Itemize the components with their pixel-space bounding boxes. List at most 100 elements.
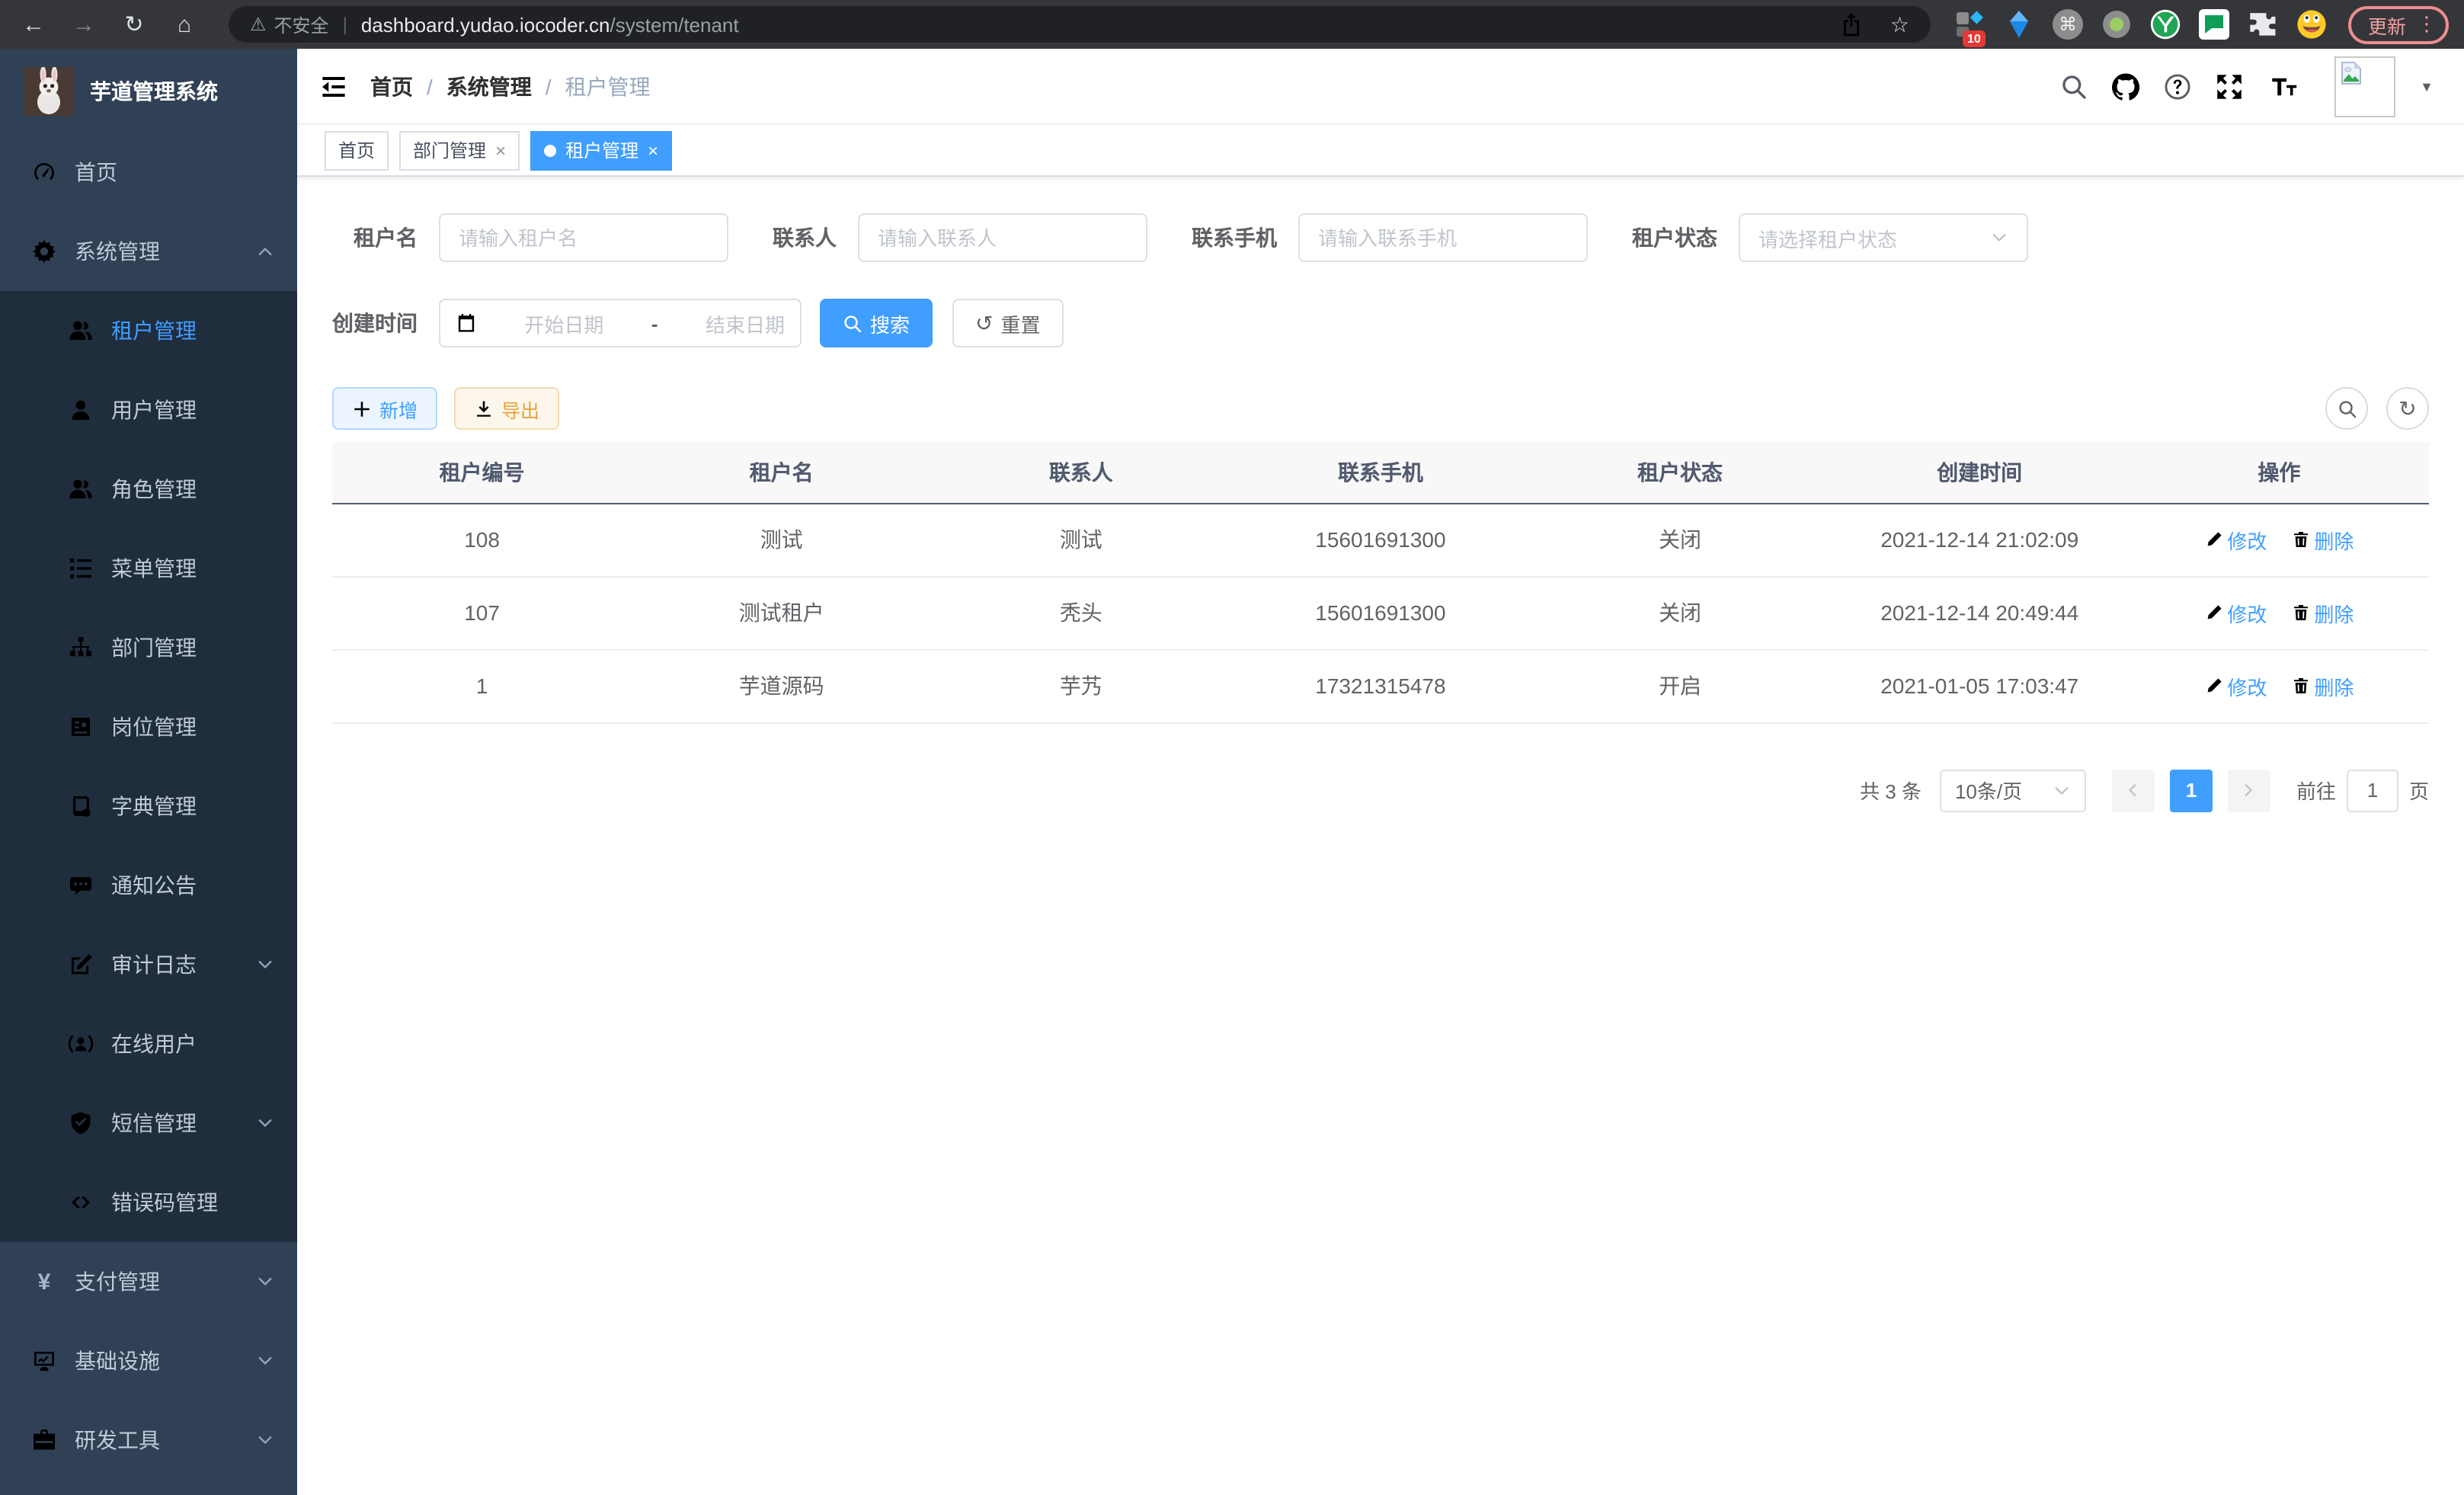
sidebar-item-infra[interactable]: 基础设施: [0, 1321, 297, 1401]
status-select[interactable]: 请选择租户状态: [1739, 213, 2028, 262]
edit-button[interactable]: 修改: [2204, 525, 2267, 554]
show-search-button[interactable]: [2325, 387, 2368, 430]
tab-tenant[interactable]: 租户管理 ×: [530, 130, 672, 170]
tenant-name-input[interactable]: [459, 226, 709, 249]
search-icon: [2337, 399, 2357, 418]
next-page-button[interactable]: [2228, 769, 2270, 812]
goto-page-input[interactable]: [2347, 769, 2398, 812]
cell-id: 108: [332, 503, 632, 576]
app-title: 芋道管理系统: [90, 75, 218, 106]
browser-reload-icon[interactable]: ↻: [116, 6, 152, 43]
sidebar-item-notice[interactable]: 通知公告: [0, 846, 297, 925]
cell-status: 关闭: [1531, 576, 1830, 649]
share-icon[interactable]: [1842, 12, 1863, 37]
search-button[interactable]: 搜索: [820, 299, 933, 347]
github-icon[interactable]: [2112, 72, 2139, 100]
export-button[interactable]: 导出: [454, 387, 559, 430]
menu-label: 用户管理: [111, 395, 197, 425]
sidebar-item-dept[interactable]: 部门管理: [0, 608, 297, 687]
chevron-down-icon: [1990, 229, 2008, 247]
sidebar-item-tenant[interactable]: 租户管理: [0, 291, 297, 370]
fullscreen-icon[interactable]: [2216, 72, 2243, 100]
extension-y-logo-icon[interactable]: [2150, 9, 2181, 40]
plus-icon: [352, 399, 372, 418]
app-logo[interactable]: 芋道管理系统: [0, 49, 297, 133]
sidebar-item-online-user[interactable]: 在线用户: [0, 1004, 297, 1084]
extension-badge-icon[interactable]: 10: [1955, 9, 1986, 40]
menu-label: 租户管理: [111, 315, 197, 346]
sidebar-item-user[interactable]: 用户管理: [0, 370, 297, 450]
header-search-icon[interactable]: [2060, 72, 2088, 100]
edit-button[interactable]: 修改: [2204, 671, 2267, 700]
sidebar-item-audit-log[interactable]: 审计日志: [0, 925, 297, 1004]
extensions-row: 10 ⌘: [1955, 9, 2327, 40]
help-icon[interactable]: [2164, 72, 2191, 100]
extension-command-icon[interactable]: ⌘: [2053, 9, 2083, 40]
filter-row-2: 创建时间 开始日期 - 结束日期 搜索 ↺ 重置: [332, 299, 2429, 347]
sidebar-item-pay[interactable]: ¥ 支付管理: [0, 1242, 297, 1321]
mobile-input[interactable]: [1318, 226, 1568, 249]
edit-button[interactable]: 修改: [2204, 598, 2267, 627]
extension-green-dot-icon[interactable]: [2101, 9, 2132, 40]
bookmark-star-icon[interactable]: ☆: [1890, 11, 1909, 37]
delete-button[interactable]: 删除: [2291, 525, 2354, 554]
sidebar-item-dict[interactable]: 字典管理: [0, 767, 297, 846]
sidebar-item-sms[interactable]: 短信管理: [0, 1084, 297, 1163]
cell-mobile: 15601691300: [1230, 503, 1530, 576]
date-range-picker[interactable]: 开始日期 - 结束日期: [439, 299, 802, 347]
code-icon: [69, 1190, 93, 1215]
cell-id: 107: [332, 576, 632, 649]
tab-home[interactable]: 首页: [325, 130, 389, 170]
page-number-current[interactable]: 1: [2170, 769, 2213, 812]
reset-button[interactable]: ↺ 重置: [952, 299, 1064, 347]
tenant-table: 租户编号 租户名 联系人 联系手机 租户状态 创建时间 操作 108 测试: [332, 442, 2429, 723]
screen: ← → ↻ ⌂ ⚠ 不安全 | dashboard.yudao.iocoder.…: [0, 0, 2464, 1495]
menu-label: 在线用户: [111, 1029, 197, 1059]
sidebar-item-post[interactable]: 岗位管理: [0, 687, 297, 767]
sidebar-item-role[interactable]: 角色管理: [0, 450, 297, 529]
tags-view: 首页 部门管理 × 租户管理 ×: [297, 125, 2464, 177]
download-icon: [474, 399, 494, 418]
close-icon[interactable]: ×: [495, 141, 506, 159]
cell-status: 关闭: [1531, 503, 1830, 576]
online-user-icon: [69, 1032, 93, 1056]
breadcrumb-home[interactable]: 首页: [370, 71, 413, 101]
font-size-icon[interactable]: [2267, 72, 2301, 100]
cell-name: 测试: [632, 503, 931, 576]
browser-back-icon[interactable]: ←: [15, 6, 52, 43]
contact-input[interactable]: [878, 226, 1128, 249]
address-bar[interactable]: ⚠ 不安全 | dashboard.yudao.iocoder.cn/syste…: [229, 6, 1931, 43]
sidebar-item-menu[interactable]: 菜单管理: [0, 529, 297, 608]
sidebar-item-error-code[interactable]: 错误码管理: [0, 1163, 297, 1242]
delete-button[interactable]: 删除: [2291, 598, 2354, 627]
prev-page-button[interactable]: [2112, 769, 2155, 812]
avatar[interactable]: [2334, 56, 2395, 117]
cell-created: 2021-12-14 21:02:09: [1830, 503, 2130, 576]
refresh-button[interactable]: ↻: [2386, 387, 2429, 430]
page-size-select[interactable]: 10条/页: [1940, 769, 2086, 812]
close-icon[interactable]: ×: [648, 141, 658, 159]
sidebar-item-system[interactable]: 系统管理: [0, 212, 297, 291]
shield-icon: [69, 1111, 93, 1135]
col-status: 租户状态: [1531, 442, 1830, 503]
tab-dept[interactable]: 部门管理 ×: [399, 130, 520, 170]
breadcrumb-system[interactable]: 系统管理: [446, 71, 532, 101]
add-button[interactable]: 新增: [332, 387, 437, 430]
browser-home-icon[interactable]: ⌂: [166, 6, 203, 43]
sidebar-fold-icon[interactable]: [320, 72, 347, 100]
sidebar-item-dev-tools[interactable]: 研发工具: [0, 1401, 297, 1480]
message-icon: [69, 873, 93, 898]
delete-button[interactable]: 删除: [2291, 671, 2354, 700]
browser-menu-icon[interactable]: ⋮: [2417, 12, 2437, 37]
mobile-input-wrap: [1298, 213, 1588, 262]
sidebar-item-home[interactable]: 首页: [0, 133, 297, 212]
extension-emoji-icon[interactable]: [2296, 9, 2327, 40]
security-warning[interactable]: ⚠ 不安全: [250, 11, 329, 37]
extension-kite-icon[interactable]: [2004, 9, 2034, 40]
browser-forward-icon[interactable]: →: [66, 6, 102, 43]
browser-update-button[interactable]: 更新 ⋮: [2348, 5, 2449, 43]
extensions-puzzle-icon[interactable]: [2248, 9, 2278, 40]
pencil-icon: [2204, 530, 2222, 549]
extension-chat-icon[interactable]: [2199, 9, 2229, 40]
avatar-caret-icon[interactable]: ▼: [2420, 78, 2434, 94]
